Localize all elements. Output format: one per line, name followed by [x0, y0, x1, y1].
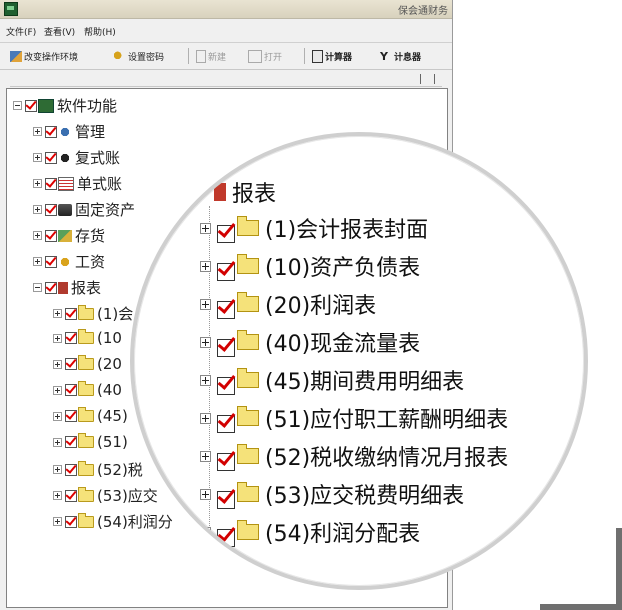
folder-icon [78, 304, 94, 320]
checkbox[interactable] [45, 281, 57, 294]
folder-icon [237, 520, 259, 540]
ruler [10, 72, 442, 87]
folder-icon [237, 406, 259, 426]
toolbar-separator [304, 48, 305, 64]
checkbox[interactable] [45, 151, 57, 164]
tree-item-fixed-asset[interactable]: 固定资产 [33, 199, 135, 220]
folder-icon [78, 433, 94, 448]
change-env-icon [10, 50, 22, 62]
report-icon [58, 281, 68, 294]
tree-item-manage[interactable]: 管理 [33, 121, 105, 142]
report-item[interactable]: (20 [53, 355, 122, 373]
expand-toggle[interactable] [200, 222, 211, 234]
toolbar-separator [188, 48, 189, 64]
menu-view[interactable]: 查看(V) [44, 25, 75, 38]
report-item[interactable]: (20)利润表 [200, 288, 376, 320]
report-item[interactable]: (10)资产负债表 [200, 250, 420, 282]
collapse-toggle[interactable] [33, 283, 42, 292]
report-item[interactable]: (1)会 [53, 303, 133, 324]
change-env-button[interactable]: 改变操作环境 [10, 48, 78, 64]
calculator-button[interactable]: 计算器 [312, 48, 352, 64]
report-item[interactable]: (1)会计报表封面 [200, 212, 428, 244]
interest-calculator-button[interactable]: Y 计息器 [380, 48, 421, 64]
checkbox[interactable] [45, 229, 57, 242]
software-icon [38, 98, 54, 113]
folder-icon [237, 368, 259, 388]
report-item[interactable]: (10 [53, 329, 122, 347]
checkbox[interactable] [25, 99, 37, 112]
expand-toggle[interactable] [33, 205, 42, 214]
expand-toggle[interactable] [33, 231, 42, 240]
key-icon [114, 50, 126, 62]
folder-icon [237, 482, 259, 502]
folder-icon [237, 292, 259, 312]
folder-icon [78, 407, 94, 422]
tree-root[interactable]: 软件功能 [13, 95, 117, 116]
report-item[interactable]: (51)应付职工薪酬明细表 [200, 402, 508, 434]
fixed-asset-icon [58, 203, 72, 216]
interest-icon: Y [380, 49, 388, 63]
folder-icon [78, 355, 94, 370]
tree-item-single-entry[interactable]: 单式账 [33, 173, 122, 194]
expand-toggle[interactable] [33, 257, 42, 266]
checkbox[interactable] [217, 225, 235, 243]
tree-item-double-entry[interactable]: 复式账 [33, 147, 120, 168]
report-item[interactable]: (45) [53, 407, 128, 425]
checkbox[interactable] [45, 255, 57, 268]
menu-bar: 文件(F) 查看(V) 帮助(H) [0, 22, 452, 40]
report-item[interactable]: (52)税 [53, 459, 143, 480]
tree-item-inventory[interactable]: 存货 [33, 225, 105, 246]
title-bar: 保会通财务 [0, 0, 452, 19]
magnified-report-list: 报表 (1)会计报表封面 (10)资产负债表 (20)利润表 (40)现金流量表… [134, 136, 584, 586]
folder-icon [237, 444, 259, 464]
open-icon [248, 49, 262, 63]
collapse-toggle[interactable] [13, 101, 22, 110]
expand-toggle[interactable] [33, 153, 42, 162]
report-item[interactable]: (53)应交税费明细表 [200, 478, 464, 510]
calculator-icon [312, 49, 323, 63]
menu-help[interactable]: 帮助(H) [84, 25, 116, 38]
salary-icon [58, 255, 72, 268]
toolbar: 改变操作环境 设置密码 新建 打开 计算器 Y 计息器 [0, 42, 452, 70]
open-button[interactable]: 打开 [248, 48, 282, 64]
folder-icon [237, 330, 259, 350]
window-title: 保会通财务 [398, 6, 448, 17]
report-item[interactable]: (40 [53, 381, 122, 399]
checkbox[interactable] [45, 125, 57, 138]
magnifier-lens: 报表 (1)会计报表封面 (10)资产负债表 (20)利润表 (40)现金流量表… [130, 132, 588, 590]
set-password-button[interactable]: 设置密码 [114, 48, 164, 64]
double-entry-icon [58, 151, 72, 164]
folder-icon [78, 381, 94, 396]
folder-icon [78, 512, 94, 528]
checkbox[interactable] [45, 203, 57, 216]
report-item[interactable]: (45)期间费用明细表 [200, 364, 464, 396]
folder-icon [78, 329, 94, 344]
report-item[interactable]: (54)利润分配表 [200, 516, 420, 548]
folder-icon [237, 216, 259, 236]
tree-item-salary[interactable]: 工资 [33, 251, 105, 272]
magnified-report-header: 报表 [214, 176, 276, 208]
folder-icon [78, 460, 94, 476]
checkbox[interactable] [45, 177, 57, 190]
expand-toggle[interactable] [33, 179, 42, 188]
folder-icon [237, 254, 259, 274]
menu-file[interactable]: 文件(F) [6, 25, 36, 38]
report-icon [214, 183, 226, 201]
report-item[interactable]: (40)现金流量表 [200, 326, 420, 358]
decorative-corner [540, 528, 622, 610]
report-item[interactable]: (51) [53, 433, 128, 451]
inventory-icon [58, 229, 72, 242]
manage-icon [58, 125, 72, 138]
app-icon [4, 2, 18, 16]
report-item[interactable]: (52)税收缴纳情况月报表 [200, 440, 508, 472]
new-doc-icon [196, 49, 206, 63]
tree-item-report[interactable]: 报表 [33, 277, 101, 298]
expand-toggle[interactable] [33, 127, 42, 136]
single-entry-icon [58, 176, 74, 191]
folder-icon [78, 486, 94, 502]
new-button[interactable]: 新建 [196, 48, 226, 64]
